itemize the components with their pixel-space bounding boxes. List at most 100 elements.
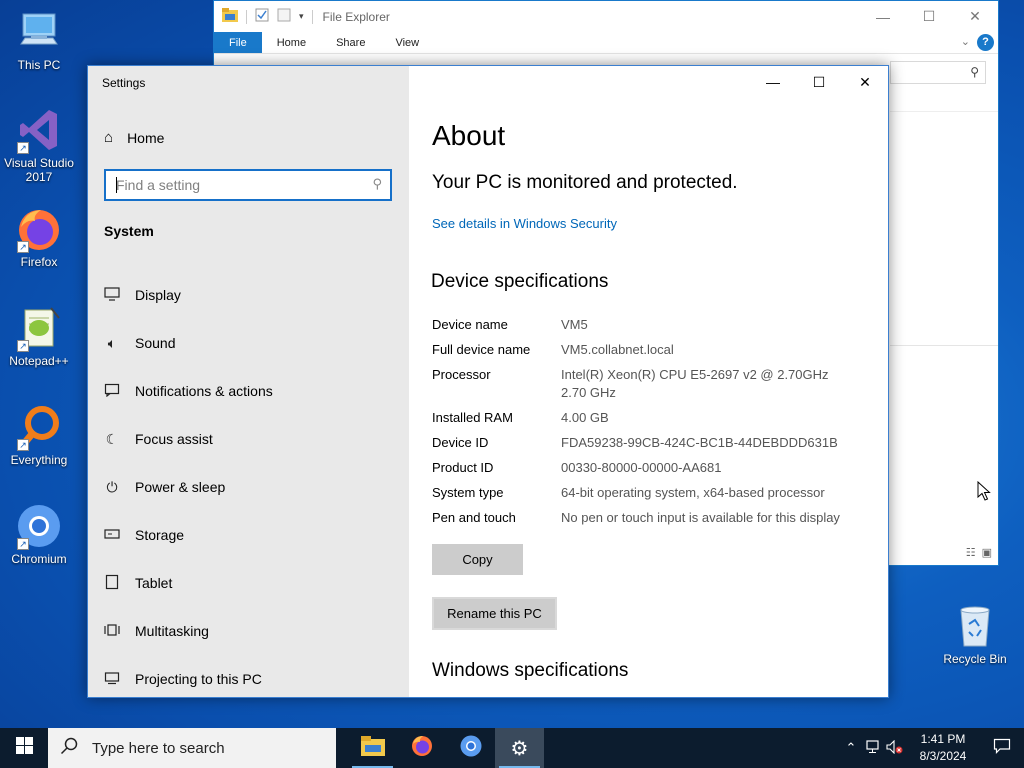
spec-key: Processor — [432, 367, 491, 382]
file-explorer-title: File Explorer — [322, 9, 390, 24]
chevron-up-icon[interactable]: ⌃ — [840, 740, 862, 756]
nav-item-display[interactable]: Display — [104, 271, 273, 319]
nav-item-storage[interactable]: Storage — [104, 511, 273, 559]
nav-item-label: Focus assist — [135, 431, 213, 447]
spec-row: Device name VM5 — [432, 316, 888, 334]
spec-value: Intel(R) Xeon(R) CPU E5-2697 v2 @ 2.70GH… — [561, 366, 829, 402]
desktop-icon-visual-studio[interactable]: ↗ Visual Studio 2017 — [1, 106, 77, 184]
taskbar-app-firefox[interactable] — [397, 728, 446, 768]
ribbon-tab-view[interactable]: View — [380, 32, 434, 53]
nav-item-focus-assist[interactable]: ☾ Focus assist — [104, 415, 273, 463]
spec-row: System type 64-bit operating system, x64… — [432, 484, 888, 502]
clock[interactable]: 1:41 PM 8/3/2024 — [906, 731, 980, 765]
settings-window[interactable]: Settings ⌂ Home ⚲ System Display 🔈︎ Soun… — [87, 65, 889, 698]
spec-key: Full device name — [432, 342, 531, 357]
desktop-icon-firefox[interactable]: ↗ Firefox — [1, 205, 77, 269]
nav-item-multitasking[interactable]: Multitasking — [104, 607, 273, 655]
copy-button[interactable]: Copy — [432, 544, 523, 575]
shortcut-arrow-icon: ↗ — [17, 241, 29, 253]
settings-sidebar: Settings ⌂ Home ⚲ System Display 🔈︎ Soun… — [88, 66, 409, 697]
nav-item-power-sleep[interactable]: ⏻ Power & sleep — [104, 463, 273, 511]
home-label: Home — [127, 129, 165, 146]
device-specs-heading: Device specifications — [431, 271, 609, 292]
minimize-icon[interactable]: — — [750, 66, 796, 98]
chevron-down-icon[interactable]: ⌄ — [961, 35, 970, 48]
spec-key: Installed RAM — [432, 410, 513, 425]
action-center-icon[interactable] — [980, 738, 1024, 759]
desktop-icon-everything[interactable]: ↗ Everything — [1, 403, 77, 467]
multitasking-icon — [104, 623, 120, 640]
spec-value: No pen or touch input is available for t… — [561, 510, 840, 525]
file-explorer-search-input[interactable]: ⚲ — [890, 61, 986, 84]
desktop-icon-label: This PC — [17, 58, 61, 72]
monitor-icon — [104, 286, 120, 304]
computer-icon — [15, 8, 63, 56]
home-icon: ⌂ — [104, 129, 114, 146]
ribbon-tab-share[interactable]: Share — [321, 32, 380, 53]
nav-item-projecting[interactable]: Projecting to this PC — [104, 655, 273, 697]
new-folder-icon[interactable] — [277, 8, 291, 25]
system-nav-list: Display 🔈︎ Sound Notifications & actions… — [104, 271, 273, 697]
taskbar-app-file-explorer[interactable] — [348, 728, 397, 768]
find-setting-search[interactable]: ⚲ — [104, 169, 392, 201]
settings-gear-icon: ⚙ — [510, 737, 529, 760]
close-icon[interactable]: ✕ — [952, 1, 998, 32]
clock-time: 1:41 PM — [920, 732, 966, 746]
nav-item-label: Sound — [135, 335, 176, 351]
customize-dropdown-icon[interactable]: ▾ — [299, 11, 304, 22]
spec-value: FDA59238-99CB-424C-BC1B-44DEBDDD631B — [561, 435, 838, 450]
ribbon-tab-home[interactable]: Home — [262, 32, 321, 53]
minimize-icon[interactable]: — — [860, 1, 906, 32]
home-nav-item[interactable]: ⌂ Home — [104, 129, 164, 146]
spec-value: 00330-80000-00000-AA681 — [561, 460, 722, 475]
window-title: Settings — [102, 76, 146, 90]
rename-pc-button[interactable]: Rename this PC — [432, 597, 557, 630]
tablet-icon — [104, 574, 120, 593]
desktop-icon-notepadpp[interactable]: ↗ Notepad++ — [1, 304, 77, 368]
find-setting-input[interactable] — [106, 171, 346, 199]
projecting-icon — [104, 671, 120, 688]
file-explorer-icon — [360, 735, 385, 761]
spec-value: VM5 — [561, 317, 588, 332]
start-button[interactable] — [0, 728, 48, 768]
help-icon[interactable]: ? — [977, 34, 994, 51]
settings-content: — ☐ ✕ About Your PC is monitored and pro… — [409, 66, 888, 697]
desktop-icon-label: Chromium — [11, 552, 67, 566]
chromium-icon: ↗ — [15, 502, 63, 550]
notepadpp-icon: ↗ — [15, 304, 63, 352]
network-icon[interactable] — [862, 739, 884, 757]
nav-item-tablet[interactable]: Tablet — [104, 559, 273, 607]
taskbar-app-settings[interactable]: ⚙ — [495, 728, 544, 768]
maximize-icon[interactable]: ☐ — [796, 66, 842, 98]
nav-item-label: Multitasking — [135, 623, 209, 639]
nav-item-notifications[interactable]: Notifications & actions — [104, 367, 273, 415]
divider — [890, 111, 998, 112]
spec-key: Pen and touch — [432, 510, 516, 525]
shortcut-arrow-icon: ↗ — [17, 538, 29, 550]
notification-icon — [104, 383, 120, 400]
details-view-icon[interactable]: ☷ — [966, 546, 976, 559]
volume-muted-icon[interactable] — [884, 739, 906, 757]
ribbon-tab-file[interactable]: File — [214, 32, 262, 53]
view-switcher[interactable]: ☷ ▣ — [966, 546, 992, 559]
nav-item-sound[interactable]: 🔈︎ Sound — [104, 319, 273, 367]
spec-row: Device ID FDA59238-99CB-424C-BC1B-44DEBD… — [432, 434, 888, 452]
nav-item-label: Display — [135, 287, 181, 303]
windows-logo-icon — [15, 737, 33, 759]
folder-icon — [222, 8, 238, 25]
desktop-icon-chromium[interactable]: ↗ Chromium — [1, 502, 77, 566]
windows-security-link[interactable]: See details in Windows Security — [432, 216, 617, 231]
page-title: About — [432, 120, 506, 151]
text-cursor — [116, 177, 117, 193]
visual-studio-icon: ↗ — [15, 106, 63, 154]
desktop-icon-recycle-bin[interactable]: Recycle Bin — [937, 602, 1013, 666]
desktop-icon-this-pc[interactable]: This PC — [1, 8, 77, 72]
properties-icon[interactable] — [255, 8, 269, 25]
taskbar-app-chromium[interactable] — [446, 728, 495, 768]
spec-row: Pen and touch No pen or touch input is a… — [432, 509, 888, 527]
close-icon[interactable]: ✕ — [842, 66, 888, 98]
taskbar-search-box[interactable]: Type here to search — [48, 728, 336, 768]
spec-value: VM5.collabnet.local — [561, 342, 674, 357]
maximize-icon[interactable]: ☐ — [906, 1, 952, 32]
large-icons-view-icon[interactable]: ▣ — [982, 546, 992, 559]
